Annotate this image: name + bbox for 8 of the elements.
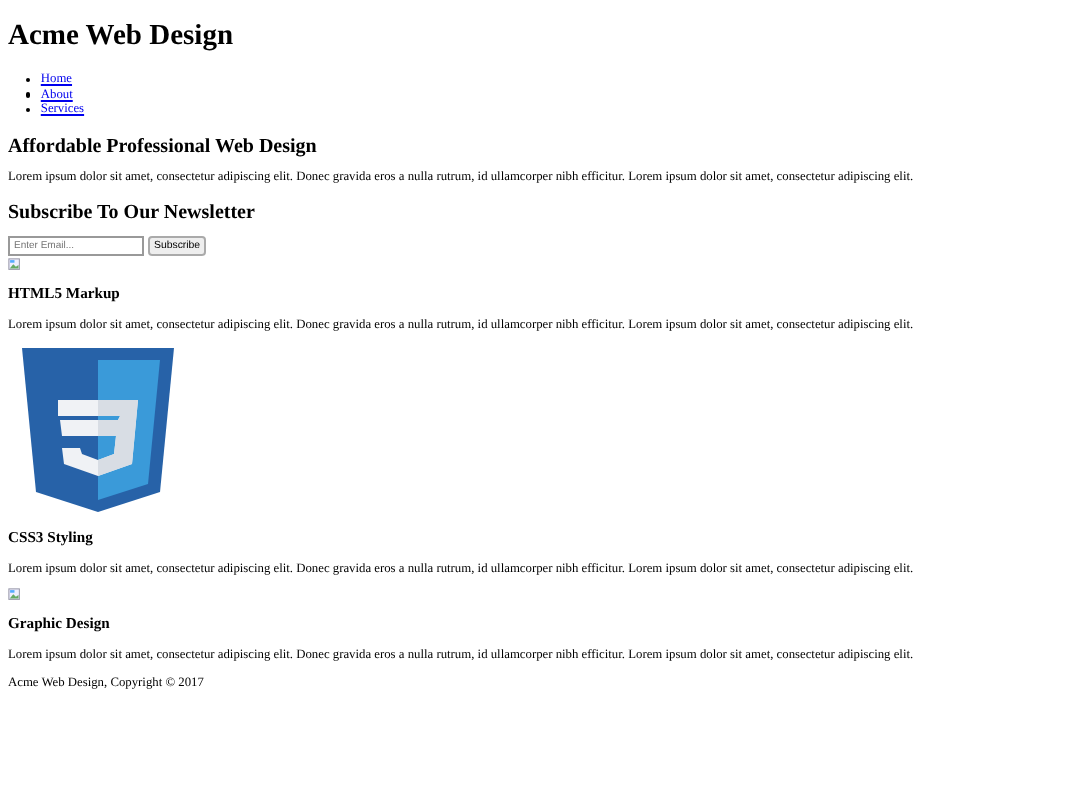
broken-image-icon (8, 257, 22, 272)
hero-heading: Affordable Professional Web Design (8, 135, 319, 158)
broken-image-icon (8, 587, 22, 602)
bullet-icon (26, 77, 31, 82)
bullet-icon (26, 107, 31, 113)
site-title: Acme Web Design (8, 20, 236, 54)
newsletter-heading: Subscribe To Our Newsletter (8, 201, 257, 224)
bullet-icon (26, 92, 31, 98)
